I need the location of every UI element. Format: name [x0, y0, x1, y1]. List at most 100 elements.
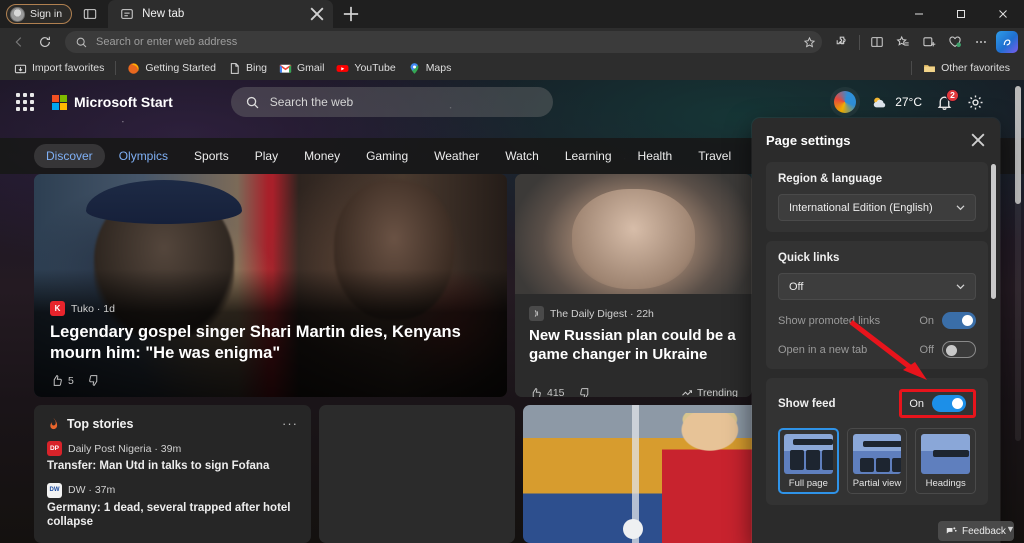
source-logo-icon	[529, 306, 544, 321]
layout-option-full-page[interactable]: Full page	[778, 428, 839, 494]
card-body: The Daily Digest · 22h New Russian plan …	[515, 294, 752, 397]
layout-option-partial-view[interactable]: Partial view	[846, 428, 908, 494]
list-item[interactable]: DP Daily Post Nigeria · 39m Transfer: Ma…	[47, 441, 298, 474]
bookmark-getting-started[interactable]: Getting Started	[121, 60, 222, 77]
feed-row-secondary: Top stories ··· DP Daily Post Nigeria · …	[34, 405, 760, 543]
nav-item-travel[interactable]: Travel	[686, 144, 743, 168]
page-scrollbar[interactable]	[1015, 86, 1021, 441]
card-header: Top stories ···	[47, 416, 298, 431]
settings-more-icon[interactable]	[968, 30, 994, 54]
chevron-down-icon[interactable]: ▼	[1006, 524, 1015, 534]
microsoft-logo-icon	[52, 94, 67, 110]
other-favorites-button[interactable]: Other favorites	[917, 60, 1016, 77]
new-tab-button[interactable]	[341, 4, 361, 24]
dislike-button[interactable]	[579, 387, 592, 397]
dropdown-value: Off	[789, 280, 804, 293]
dislike-button[interactable]	[88, 374, 101, 387]
panel-scrollbar[interactable]	[991, 148, 996, 428]
other-favorites-label: Other favorites	[941, 62, 1010, 74]
option-state: On	[919, 314, 934, 327]
weather-widget[interactable]: 27°C	[870, 95, 922, 110]
collections-icon[interactable]	[916, 30, 942, 54]
search-input[interactable]: Search the web	[230, 87, 553, 117]
bookmark-maps[interactable]: Maps	[402, 60, 458, 77]
like-button[interactable]: 5	[50, 374, 74, 387]
like-button[interactable]: 415	[529, 387, 565, 397]
gear-icon[interactable]	[967, 94, 984, 111]
bookmark-gmail[interactable]: Gmail	[273, 60, 330, 77]
feedback-icon	[946, 526, 957, 537]
nav-item-watch[interactable]: Watch	[493, 144, 551, 168]
show-promoted-links-row: Show promoted links On	[778, 312, 976, 329]
gmail-icon	[279, 62, 292, 75]
list-item[interactable]: DW DW · 37m Germany: 1 dead, several tra…	[47, 482, 298, 530]
back-icon[interactable]	[6, 30, 32, 54]
bell-icon[interactable]: 2	[936, 88, 959, 111]
dropdown-value: International Edition (English)	[789, 201, 933, 214]
favorite-star-icon[interactable]	[803, 36, 816, 49]
nav-item-learning[interactable]: Learning	[553, 144, 624, 168]
news-card-sports[interactable]	[523, 405, 760, 543]
nav-item-sports[interactable]: Sports	[182, 144, 241, 168]
layout-option-headings[interactable]: Headings	[915, 428, 977, 494]
news-card-hero-tall[interactable]: The Daily Digest · 22h New Russian plan …	[515, 174, 752, 397]
section-title: Region & language	[778, 173, 883, 185]
bookmark-import-favorites[interactable]: Import favorites	[8, 60, 110, 77]
extensions-icon[interactable]	[829, 30, 855, 54]
close-icon[interactable]	[968, 130, 988, 150]
sign-in-button[interactable]: Sign in	[6, 4, 73, 24]
trending-badge: Trending	[681, 387, 738, 397]
app-launcher-icon[interactable]	[14, 91, 36, 113]
brand-name: Microsoft Start	[74, 94, 173, 110]
address-bar[interactable]: Search or enter web address	[65, 31, 822, 53]
partial-view-thumbnail-icon	[852, 434, 902, 474]
microsoft-start-logo[interactable]: Microsoft Start	[52, 94, 173, 110]
show-feed-toggle[interactable]	[932, 395, 966, 412]
split-screen-icon[interactable]	[864, 30, 890, 54]
favorites-icon[interactable]	[890, 30, 916, 54]
maximize-icon[interactable]	[940, 0, 982, 28]
rewards-icon[interactable]	[834, 91, 857, 113]
region-language-dropdown[interactable]: International Edition (English)	[778, 194, 976, 221]
quick-links-dropdown[interactable]: Off	[778, 273, 976, 300]
nav-item-health[interactable]: Health	[626, 144, 685, 168]
close-icon[interactable]	[307, 4, 327, 24]
story-headline[interactable]: Transfer: Man Utd in talks to sign Fofan…	[47, 459, 298, 474]
nav-item-money[interactable]: Money	[292, 144, 352, 168]
feedback-button[interactable]: Feedback	[938, 521, 1014, 541]
card-headline[interactable]: New Russian plan could be a game changer…	[529, 327, 738, 365]
bookmark-youtube[interactable]: YouTube	[330, 60, 401, 77]
top-stories-card[interactable]: Top stories ··· DP Daily Post Nigeria · …	[34, 405, 311, 543]
msn-header-actions: 27°C 2	[834, 88, 1010, 113]
story-headline[interactable]: Germany: 1 dead, several trapped after h…	[47, 501, 298, 530]
panel-scrollbar-thumb[interactable]	[991, 164, 996, 299]
story-source: DW DW · 37m	[47, 482, 298, 498]
card-headline[interactable]: Legendary gospel singer Shari Martin die…	[50, 322, 491, 364]
browser-essentials-icon[interactable]	[942, 30, 968, 54]
headings-thumbnail-icon	[921, 434, 971, 474]
nav-item-olympics[interactable]: Olympics	[107, 144, 180, 168]
minimize-icon[interactable]	[898, 0, 940, 28]
import-favorites-icon	[14, 62, 27, 75]
open-in-new-tab-toggle[interactable]	[942, 341, 976, 358]
tab-actions-button[interactable]	[76, 1, 104, 27]
card-more-button[interactable]: ···	[282, 416, 298, 431]
page-scrollbar-thumb[interactable]	[1015, 86, 1021, 204]
nav-item-gaming[interactable]: Gaming	[354, 144, 420, 168]
nav-item-play[interactable]: Play	[243, 144, 290, 168]
source-logo-icon: K	[50, 301, 65, 317]
like-count: 415	[547, 387, 565, 397]
nav-item-weather[interactable]: Weather	[422, 144, 491, 168]
copilot-icon[interactable]	[996, 31, 1018, 53]
browser-tab[interactable]: New tab	[108, 0, 334, 28]
bookmark-bing[interactable]: Bing	[222, 60, 273, 77]
show-promoted-links-toggle[interactable]	[942, 312, 976, 329]
news-card-hero-wide[interactable]: K Tuko · 1d Legendary gospel singer Shar…	[34, 174, 507, 397]
refresh-icon[interactable]	[32, 30, 58, 54]
option-state: Off	[919, 343, 934, 356]
feed-card-placeholder[interactable]	[319, 405, 515, 543]
chevron-down-icon	[954, 280, 967, 293]
nav-item-discover[interactable]: Discover	[34, 144, 105, 168]
close-icon[interactable]	[982, 0, 1024, 28]
new-tab-page-icon	[120, 7, 134, 21]
